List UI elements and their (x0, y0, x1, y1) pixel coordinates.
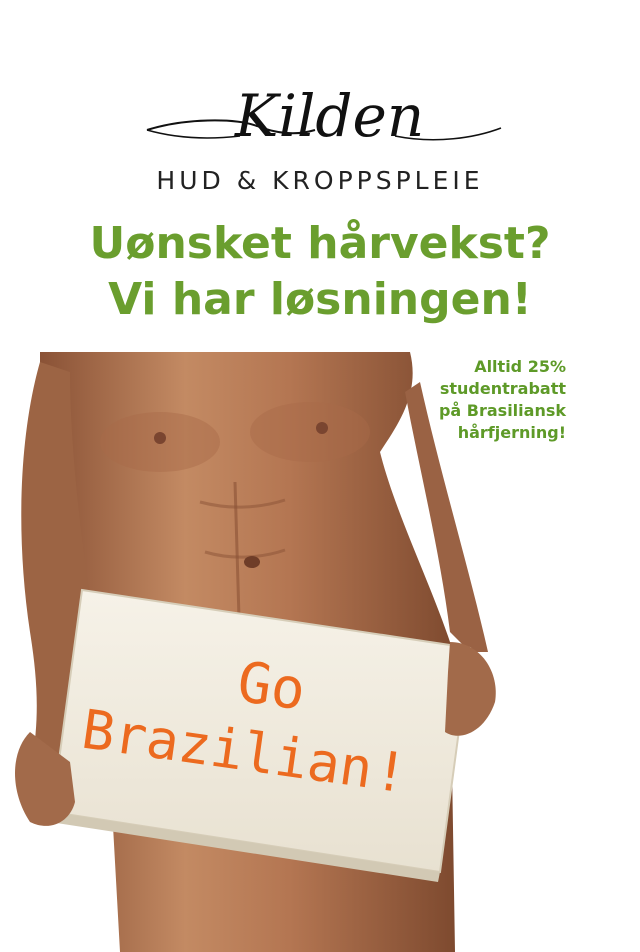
promo-line-2: studentrabatt (439, 379, 566, 398)
headline: Uønsket hårvekst? Vi har løsningen! (0, 216, 640, 328)
brand-wordmark: Kilden (146, 82, 502, 150)
headline-line-1: Uønsket hårvekst? (89, 218, 551, 269)
promo-line-3: på Brasiliansk (438, 401, 566, 420)
promo-line-1: Alltid 25% (474, 357, 566, 376)
promo-line-4: hårfjerning! (457, 423, 566, 442)
sign-line-1: Go (234, 650, 310, 724)
headline-line-2: Vi har løsningen! (108, 274, 532, 325)
right-hand (445, 642, 496, 736)
brand-name-text: Kilden (234, 82, 424, 150)
promo-text: Alltid 25% studentrabatt på Brasiliansk … (366, 356, 566, 444)
brand-logo: Kilden HUD & KROPPSPLEIE (0, 78, 640, 208)
brand-subtitle: HUD & KROPPSPLEIE (156, 166, 484, 195)
